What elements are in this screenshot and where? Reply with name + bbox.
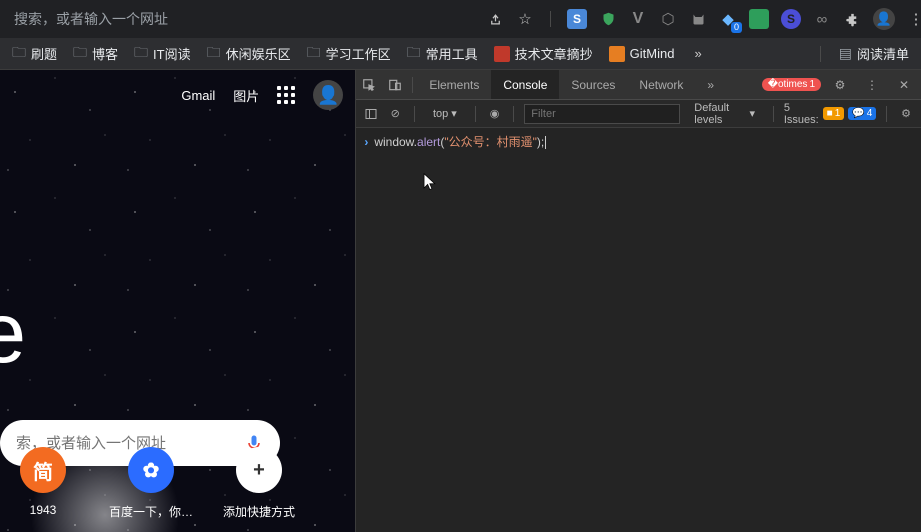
prompt-icon: › (364, 135, 368, 149)
devtools-tab-bar: ElementsConsoleSourcesNetwork » �otimes … (356, 70, 921, 100)
clear-console-icon[interactable]: ⊘ (386, 104, 404, 124)
profile-avatar[interactable]: 👤 (873, 8, 895, 30)
list-icon: ▤ (839, 45, 852, 62)
sidebar-toggle-icon[interactable] (362, 104, 380, 124)
cat-icon[interactable] (689, 10, 707, 28)
mouse-cursor-icon (423, 173, 438, 193)
devtools-close-icon[interactable]: ✕ (891, 78, 917, 92)
page-header-links: Gmail 图片 👤 (181, 80, 343, 110)
filter-input[interactable] (524, 104, 680, 124)
console-settings-icon[interactable]: ⚙ (897, 104, 915, 124)
devtools-tab-network[interactable]: Network (627, 70, 695, 99)
shortcut-tile[interactable]: + 添加快捷方式 (216, 447, 302, 520)
bookmark-item[interactable]: GitMind (603, 39, 681, 69)
google-logo: oogle (0, 285, 23, 383)
devtools-tab-console[interactable]: Console (491, 70, 559, 99)
content-area: Gmail 图片 👤 oogle 简 1943 ✿ 百度一下，你… + 添加快捷方式 El… (0, 70, 921, 532)
shortcut-icon: 简 (20, 447, 66, 493)
bookmark-item[interactable]: 🗀IT阅读 (128, 39, 197, 69)
live-expression-icon[interactable]: ◉ (486, 104, 504, 124)
browser-menu-icon[interactable]: ⋮ (907, 10, 921, 28)
shortcut-icon: ✿ (128, 447, 174, 493)
apps-grid-icon[interactable] (277, 86, 295, 104)
shortcuts-row: 简 1943 ✿ 百度一下，你… + 添加快捷方式 (0, 447, 302, 520)
console-input-line[interactable]: › window.alert("公众号：村雨遥"); (356, 132, 921, 151)
bookmark-star-icon[interactable]: ☆ (516, 10, 534, 28)
browser-top-bar: 搜索，或者输入一个网址 ☆ S V ⬡ ◆0 S ∞ 👤 ⋮ (0, 0, 921, 38)
share-icon[interactable] (486, 10, 504, 28)
folder-icon: 🗀 (407, 42, 421, 66)
bookmark-item[interactable]: 🗀刷题 (6, 39, 63, 69)
shortcut-tile[interactable]: ✿ 百度一下，你… (108, 447, 194, 520)
folder-icon: 🗀 (73, 42, 87, 66)
bookmark-item[interactable]: 🗀学习工作区 (301, 39, 397, 69)
devtools-panel: ElementsConsoleSourcesNetwork » �otimes … (355, 70, 921, 532)
ext-icon-green[interactable] (749, 9, 769, 29)
bookmark-item[interactable]: 🗀博客 (67, 39, 124, 69)
bookmarks-overflow[interactable]: » (688, 43, 707, 64)
gmail-link[interactable]: Gmail (181, 88, 215, 103)
bookmark-item[interactable]: 技术文章摘抄 (488, 39, 599, 69)
address-bar[interactable]: 搜索，或者输入一个网址 (6, 5, 484, 33)
shortcut-icon: + (236, 447, 282, 493)
images-link[interactable]: 图片 (233, 86, 259, 105)
console-body[interactable]: › window.alert("公众号：村雨遥"); (356, 128, 921, 532)
issues-indicator[interactable]: 5 Issues: ■ 1 💬 4 (784, 102, 876, 126)
toolbar-icons: ☆ S V ⬡ ◆0 S ∞ 👤 ⋮ (486, 8, 921, 30)
device-icon[interactable] (382, 70, 408, 99)
reading-list-button[interactable]: ▤ 阅读清单 (833, 41, 915, 66)
shortcut-label: 添加快捷方式 (223, 503, 295, 520)
shortcut-label: 1943 (30, 503, 57, 517)
extensions-icon[interactable] (843, 10, 861, 28)
console-toolbar: ⊘ top ▾ ◉ Default levels ▾ 5 Issues: ■ 1… (356, 100, 921, 128)
levels-selector[interactable]: Default levels ▾ (686, 100, 763, 128)
devtools-tab-sources[interactable]: Sources (559, 70, 627, 99)
console-code: window.alert("公众号：村雨遥"); (374, 133, 546, 150)
shortcut-tile[interactable]: 简 1943 (0, 447, 86, 520)
folder-icon: 🗀 (12, 42, 26, 66)
ext-badge-icon[interactable]: ◆0 (719, 10, 737, 28)
error-badge[interactable]: �otimes 1 (762, 78, 821, 91)
bookmark-item[interactable]: 🗀休闲娱乐区 (201, 39, 297, 69)
bookmarks-bar: 🗀刷题🗀博客🗀IT阅读🗀休闲娱乐区🗀学习工作区🗀常用工具技术文章摘抄GitMin… (0, 38, 921, 70)
folder-icon: 🗀 (134, 42, 148, 66)
devtools-settings-icon[interactable]: ⚙ (827, 78, 853, 92)
ext-icon-1[interactable]: S (567, 9, 587, 29)
vue-icon[interactable]: V (629, 10, 647, 28)
bookmark-item[interactable]: 🗀常用工具 (401, 39, 484, 69)
devtools-menu-icon[interactable]: ⋮ (859, 78, 885, 92)
favicon (609, 46, 625, 62)
shield-icon[interactable] (599, 10, 617, 28)
google-page: Gmail 图片 👤 oogle 简 1943 ✿ 百度一下，你… + 添加快捷方式 (0, 70, 355, 532)
context-selector[interactable]: top ▾ (425, 105, 465, 122)
folder-icon: 🗀 (307, 42, 321, 66)
hex-icon[interactable]: ⬡ (659, 10, 677, 28)
ext-icon-s[interactable]: S (781, 9, 801, 29)
favicon (494, 46, 510, 62)
folder-icon: 🗀 (207, 42, 221, 66)
google-avatar[interactable]: 👤 (313, 80, 343, 110)
shortcut-label: 百度一下，你… (109, 503, 193, 520)
ext-icon-infinity[interactable]: ∞ (813, 10, 831, 28)
inspect-icon[interactable] (356, 70, 382, 99)
more-tabs[interactable]: » (695, 70, 726, 99)
devtools-tab-elements[interactable]: Elements (417, 70, 491, 99)
